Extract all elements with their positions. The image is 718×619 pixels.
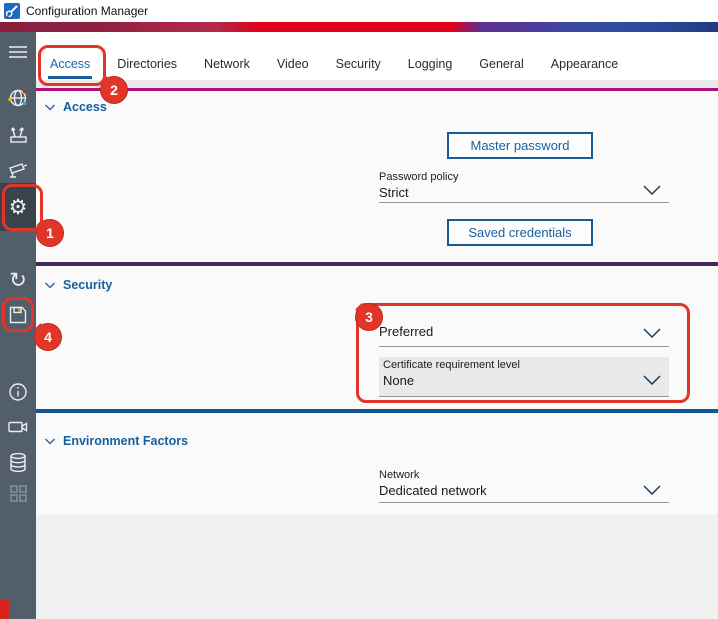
info-icon xyxy=(8,382,28,402)
hamburger-menu-icon xyxy=(8,45,28,59)
annotation-box-access-tab xyxy=(38,45,106,86)
environment-section-header[interactable]: Environment Factors xyxy=(44,432,188,450)
titlebar: Configuration Manager xyxy=(0,0,718,22)
tab-general[interactable]: General xyxy=(477,52,525,79)
security-section-header[interactable]: Security xyxy=(44,276,112,294)
annotation-badge-2: 2 xyxy=(100,76,128,104)
sidebar-item-cameras[interactable] xyxy=(0,153,36,187)
database-icon xyxy=(8,452,28,473)
saved-credentials-button[interactable]: Saved credentials xyxy=(447,219,593,246)
chevron-down-icon xyxy=(643,482,661,500)
annotation-badge-1: 1 xyxy=(36,219,64,247)
grid-icon xyxy=(9,484,28,503)
annotation-badge-4: 4 xyxy=(34,323,62,351)
sidebar-item-reload[interactable]: ↻ xyxy=(0,263,36,297)
camcorder-icon xyxy=(7,418,29,436)
sidebar-item-apps[interactable] xyxy=(0,476,36,510)
tab-security[interactable]: Security xyxy=(334,52,383,79)
password-policy-label: Password policy xyxy=(379,169,669,183)
environment-section-title: Environment Factors xyxy=(63,434,188,448)
main-area: ⚙ ↻ xyxy=(0,32,718,619)
ptz-camera-icon xyxy=(7,160,29,180)
brand-stripe xyxy=(0,22,718,32)
sidebar-item-video[interactable] xyxy=(0,410,36,444)
tab-video[interactable]: Video xyxy=(275,52,311,79)
sidebar-item-network-scan[interactable] xyxy=(0,81,36,115)
red-corner-mark xyxy=(0,600,9,619)
master-password-button[interactable]: Master password xyxy=(447,132,593,159)
security-section-title: Security xyxy=(63,278,112,292)
refresh-icon: ↻ xyxy=(9,270,27,291)
tab-directories[interactable]: Directories xyxy=(115,52,179,79)
network-value: Dedicated network xyxy=(379,481,669,498)
access-section-title: Access xyxy=(63,100,107,114)
globe-icon xyxy=(7,87,29,109)
network-label: Network xyxy=(379,467,669,481)
chevron-down-icon xyxy=(44,98,56,116)
sidebar-item-info[interactable] xyxy=(0,375,36,409)
antenna-device-icon xyxy=(7,126,29,144)
tab-appearance[interactable]: Appearance xyxy=(549,52,620,79)
app-logo-icon xyxy=(4,3,20,19)
annotation-badge-3: 3 xyxy=(355,303,383,331)
annotation-box-save xyxy=(2,297,34,332)
tabbar-divider xyxy=(36,80,718,88)
sidebar-item-database[interactable] xyxy=(0,445,36,479)
network-dropdown[interactable]: Network Dedicated network xyxy=(379,467,669,503)
window-title: Configuration Manager xyxy=(26,4,148,18)
tab-bar: Access Directories Network Video Securit… xyxy=(36,32,718,80)
purple-separator xyxy=(36,262,718,266)
blue-separator xyxy=(36,409,718,413)
password-policy-value: Strict xyxy=(379,183,669,200)
annotation-box-security-dropdowns xyxy=(356,303,690,403)
password-policy-dropdown[interactable]: Password policy Strict xyxy=(379,169,669,203)
tab-logging[interactable]: Logging xyxy=(406,52,455,79)
sidebar-item-menu[interactable] xyxy=(0,35,36,69)
chevron-down-icon xyxy=(643,182,661,200)
sidebar-item-devices[interactable] xyxy=(0,118,36,152)
chevron-down-icon xyxy=(44,276,56,294)
tab-network[interactable]: Network xyxy=(202,52,252,79)
access-section-header[interactable]: Access xyxy=(44,98,107,116)
chevron-down-icon xyxy=(44,432,56,450)
